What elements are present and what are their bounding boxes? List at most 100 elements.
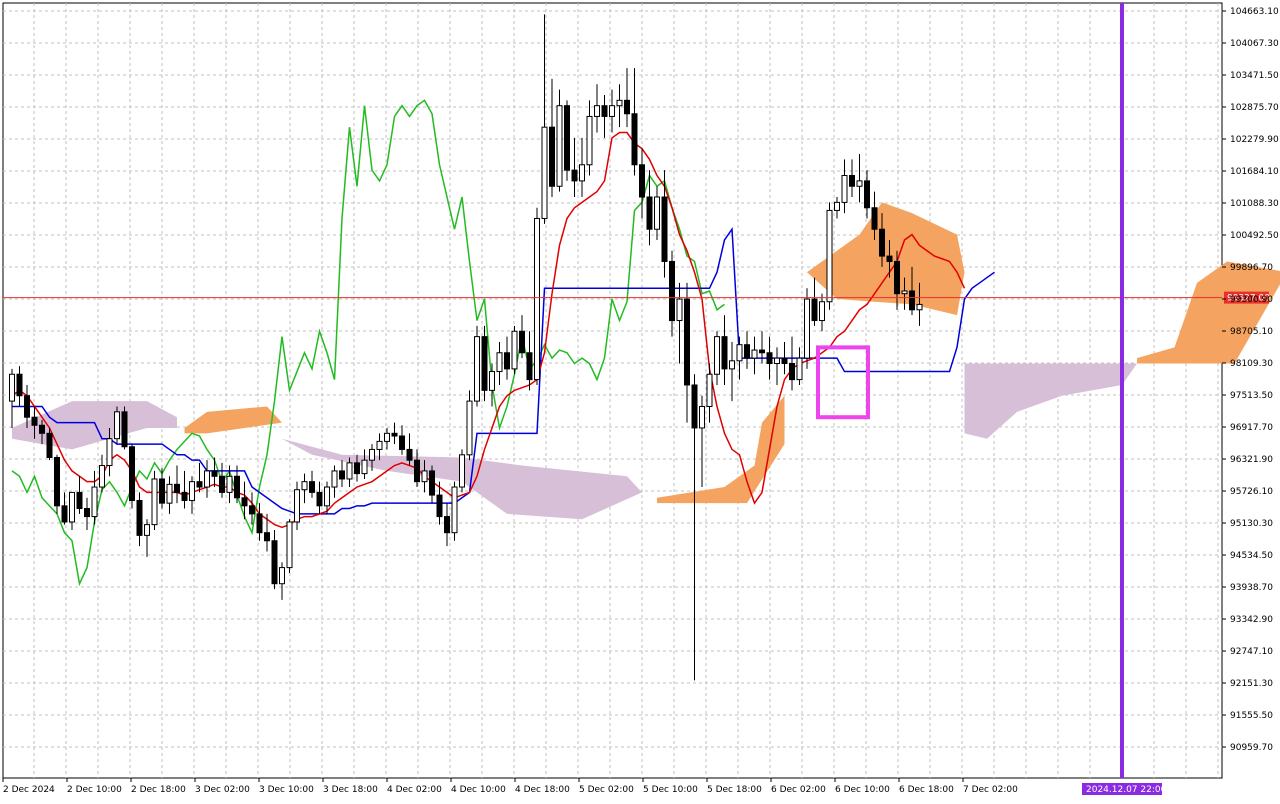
- y-tick-label: 102875.70: [1230, 103, 1279, 113]
- bear-candle: [601, 105, 608, 117]
- kumo-bull-segment: [1137, 261, 1280, 364]
- bear-candle: [721, 336, 728, 370]
- bull-candle: [106, 438, 113, 467]
- bear-candle: [354, 462, 360, 475]
- bear-candle: [121, 411, 128, 448]
- bull-candle: [301, 481, 308, 491]
- bull-candle: [361, 459, 368, 475]
- bear-candle: [31, 416, 38, 426]
- bear-candle: [219, 475, 225, 493]
- bear-candle: [271, 540, 278, 585]
- y-tick-label: 103471.50: [1230, 71, 1279, 81]
- y-tick-label: 100492.50: [1230, 231, 1279, 241]
- bear-candle: [669, 260, 675, 322]
- y-tick-label: 98705.10: [1230, 327, 1273, 337]
- bear-candle: [16, 373, 23, 397]
- x-axis: 2 Dec 2024 2 Dec 10:00 2 Dec 18:00 3 Dec 02…: [2, 778, 1018, 795]
- bull-candle: [534, 217, 540, 381]
- bull-candle: [99, 465, 105, 488]
- bull-candle: [579, 164, 585, 182]
- y-axis: 104663.10 104067.30 103471.50 102875.70 1022…: [1222, 7, 1279, 753]
- bear-candle: [781, 357, 788, 364]
- bull-candle: [826, 209, 833, 303]
- bull-candle: [594, 105, 600, 117]
- bear-candle: [789, 362, 795, 381]
- bear-candle: [564, 105, 570, 171]
- y-tick-label: 93342.90: [1230, 615, 1273, 625]
- bear-candle: [46, 432, 53, 458]
- bull-candle: [474, 336, 480, 402]
- kumo-bull-segment: [657, 395, 785, 504]
- y-tick-label: 92747.10: [1230, 647, 1273, 657]
- y-tick-label: 104067.30: [1230, 39, 1279, 49]
- bear-candle: [174, 483, 180, 493]
- bull-candle: [706, 373, 713, 407]
- y-tick-label: 98109.30: [1230, 359, 1273, 369]
- bull-candle: [856, 180, 863, 187]
- x-tick-label: 3 Dec 18:00: [323, 785, 378, 795]
- bear-candle: [691, 384, 698, 429]
- bull-candle: [226, 475, 233, 493]
- bull-candle: [676, 298, 683, 322]
- bear-candle: [879, 228, 885, 257]
- bull-candle: [541, 126, 548, 219]
- bull-candle: [69, 491, 75, 523]
- bear-candle: [744, 344, 750, 359]
- bull-candle: [496, 352, 503, 373]
- bull-candle: [294, 489, 300, 523]
- y-tick-label: 99300.90: [1230, 295, 1273, 305]
- chart: 99327.00 2024.12.07 22:00 104663.10 104067…: [0, 0, 1280, 800]
- x-tick-label: 3 Dec 10:00: [259, 785, 314, 795]
- y-tick-label: 95726.10: [1230, 487, 1273, 497]
- bull-candle: [151, 478, 158, 526]
- bear-candle: [811, 298, 818, 322]
- y-tick-label: 96321.90: [1230, 455, 1273, 465]
- bull-candle: [324, 486, 330, 507]
- y-tick-label: 101684.10: [1230, 167, 1279, 177]
- kumo-bear-segment: [964, 363, 1137, 439]
- bear-candle: [684, 298, 690, 386]
- bull-candle: [189, 481, 195, 501]
- bull-candle: [346, 462, 353, 480]
- bear-candle: [39, 424, 45, 434]
- bear-candle: [309, 481, 315, 493]
- bull-candle: [91, 486, 98, 518]
- bull-candle: [331, 470, 338, 488]
- bull-candle: [166, 483, 173, 504]
- bear-candle: [571, 169, 578, 182]
- x-tick-label: 5 Dec 18:00: [707, 785, 762, 795]
- bull-candle: [714, 336, 720, 375]
- bull-candle: [901, 290, 908, 295]
- x-tick-label: 5 Dec 10:00: [643, 785, 698, 795]
- bull-candle: [466, 400, 473, 456]
- x-tick-label: 6 Dec 02:00: [771, 785, 826, 795]
- y-tick-label: 91555.50: [1230, 711, 1273, 721]
- bear-candle: [624, 99, 630, 115]
- bear-candle: [181, 491, 188, 501]
- bear-candle: [886, 255, 893, 262]
- bear-candle: [481, 336, 488, 391]
- bear-candle: [871, 207, 878, 230]
- bull-candle: [451, 486, 458, 534]
- y-tick-label: 99896.70: [1230, 263, 1273, 273]
- bull-candle: [616, 99, 623, 107]
- x-tick-label: 6 Dec 10:00: [835, 785, 890, 795]
- bear-candle: [264, 532, 270, 542]
- bear-candle: [526, 352, 533, 381]
- bear-candle: [909, 290, 915, 311]
- y-tick-label: 97513.50: [1230, 391, 1273, 401]
- y-tick-label: 95130.30: [1230, 519, 1273, 529]
- x-tick-label: 3 Dec 02:00: [195, 785, 250, 795]
- x-tick-label: 2 Dec 2024: [3, 785, 55, 795]
- bull-candle: [511, 330, 518, 370]
- bear-candle: [646, 196, 653, 230]
- bear-candle: [339, 470, 345, 480]
- bull-candle: [9, 373, 15, 402]
- x-tick-label: 4 Dec 18:00: [515, 785, 570, 795]
- y-tick-label: 102279.90: [1230, 135, 1279, 145]
- bear-candle: [436, 494, 443, 518]
- ichimoku-chart: 99327.002024.12.07 22:00 104663.10104067…: [2, 2, 1280, 795]
- bear-candle: [249, 505, 255, 515]
- x-tick-label: 2 Dec 10:00: [67, 785, 122, 795]
- bear-candle: [519, 330, 525, 354]
